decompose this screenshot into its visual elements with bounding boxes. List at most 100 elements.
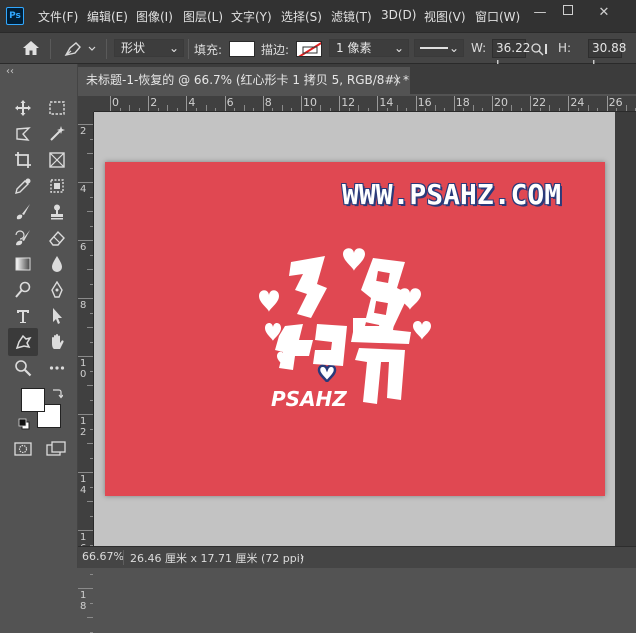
ruler-tick	[90, 312, 93, 314]
pen-tool-icon[interactable]	[45, 278, 69, 302]
ruler-tick	[78, 530, 93, 531]
collapse-panel-icon[interactable]: ‹‹	[6, 66, 14, 77]
ruler-minor-tick	[291, 108, 293, 111]
shape-mode-select[interactable]: 形状 ⌄	[114, 39, 184, 57]
minimize-icon[interactable]: —	[526, 2, 554, 24]
ruler-minor-tick	[320, 105, 322, 111]
brush-tool-icon[interactable]	[11, 200, 35, 224]
path-selection-tool-icon[interactable]	[45, 304, 69, 328]
tab-close-icon[interactable]: ×	[392, 67, 402, 93]
ruler-minor-tick	[616, 108, 618, 111]
line-style-icon	[420, 47, 448, 49]
ruler-minor-tick	[482, 108, 484, 111]
zoom-level[interactable]: 66.67%	[82, 550, 124, 563]
width-input[interactable]: 36.22 I	[492, 39, 530, 72]
logo-text: PSAHZ	[271, 387, 347, 410]
ruler-tick	[90, 370, 93, 372]
menu-edit[interactable]: 编辑(E)	[87, 8, 128, 25]
stroke-swatch-none[interactable]	[296, 41, 322, 57]
menu-file[interactable]: 文件(F)	[38, 8, 78, 25]
history-brush-tool-icon[interactable]	[11, 226, 35, 250]
type-tool-icon[interactable]	[11, 304, 35, 328]
screen-mode-icon[interactable]	[46, 440, 66, 461]
eyedropper-tool-icon[interactable]	[11, 174, 35, 198]
fill-label: 填充:	[194, 43, 223, 57]
ruler-tick	[262, 96, 264, 111]
magic-wand-tool-icon[interactable]	[45, 122, 69, 146]
ruler-minor-tick	[396, 105, 398, 111]
menu-layer[interactable]: 图层(L)	[183, 8, 223, 25]
menu-3d[interactable]: 3D(D)	[381, 8, 416, 22]
height-input[interactable]: 30.88 I	[588, 39, 626, 72]
frame-tool-icon[interactable]	[45, 148, 69, 172]
close-icon[interactable]: ✕	[590, 2, 618, 24]
link-dimensions-icon[interactable]	[530, 42, 548, 59]
vertical-scrollbar[interactable]	[615, 112, 636, 546]
fill-swatch[interactable]	[229, 41, 255, 57]
ruler-tick	[568, 96, 570, 111]
menu-type[interactable]: 文字(Y)	[231, 8, 272, 25]
ruler-minor-tick	[205, 105, 207, 111]
swap-colors-icon[interactable]	[51, 387, 64, 402]
menu-filter[interactable]: 滤镜(T)	[331, 8, 372, 25]
ruler-minor-tick	[472, 105, 474, 111]
ruler-tick	[90, 457, 93, 459]
hand-tool-icon[interactable]	[45, 330, 69, 354]
dodge-tool-icon[interactable]	[11, 278, 35, 302]
status-menu-arrow-icon[interactable]: ›	[300, 550, 304, 563]
ruler-tick	[224, 96, 226, 111]
ruler-tick	[90, 486, 93, 488]
ruler-tick	[453, 96, 455, 111]
chevron-down-icon: ⌄	[393, 41, 404, 55]
ruler-label: 4	[188, 96, 196, 109]
document-tab-title: 未标题-1-恢复的 @ 66.7% (红心形卡 1 拷贝 5, RGB/8#) …	[86, 73, 409, 87]
document-size-info: 26.46 厘米 x 17.71 厘米 (72 ppi)	[130, 552, 305, 565]
ruler-label: 6	[80, 242, 87, 253]
ruler-minor-tick	[157, 108, 159, 111]
pen-tool-preset-icon[interactable]	[62, 39, 96, 62]
default-colors-icon[interactable]	[18, 418, 30, 433]
menu-image[interactable]: 图像(I)	[136, 8, 173, 25]
ruler-tick	[377, 96, 379, 111]
menu-view[interactable]: 视图(V)	[424, 8, 466, 25]
gradient-tool-icon[interactable]	[11, 252, 35, 276]
menu-select[interactable]: 选择(S)	[281, 8, 322, 25]
ruler-tick	[415, 96, 417, 111]
object-selection-tool-icon[interactable]	[45, 174, 69, 198]
maximize-icon[interactable]	[554, 2, 582, 24]
ruler-minor-tick	[358, 105, 360, 111]
lasso-tool-icon[interactable]	[11, 122, 35, 146]
marquee-tool-icon[interactable]	[45, 96, 69, 120]
ruler-minor-tick	[215, 108, 217, 111]
eraser-tool-icon[interactable]	[45, 226, 69, 250]
move-tool-icon[interactable]	[11, 96, 35, 120]
ruler-minor-tick	[367, 108, 369, 111]
custom-shape-tool-icon[interactable]	[11, 330, 35, 354]
stamp-tool-icon[interactable]	[45, 200, 69, 224]
ruler-minor-tick	[310, 108, 312, 111]
chevron-down-icon: ⌄	[168, 41, 179, 55]
ruler-tick	[90, 283, 93, 285]
ruler-minor-tick	[406, 108, 408, 111]
document-tab[interactable]: 未标题-1-恢复的 @ 66.7% (红心形卡 1 拷贝 5, RGB/8#) …	[78, 67, 410, 94]
blur-tool-icon[interactable]	[45, 252, 69, 276]
quick-mask-icon[interactable]	[13, 440, 33, 461]
menu-window[interactable]: 窗口(W)	[475, 8, 520, 25]
more-tools-icon[interactable]	[45, 356, 69, 380]
ruler-minor-tick	[167, 105, 169, 111]
ruler-tick	[78, 472, 93, 473]
zoom-tool-icon[interactable]	[11, 356, 35, 380]
ruler-tick	[530, 96, 532, 111]
height-label: H:	[558, 41, 572, 55]
ruler-label: 6	[226, 96, 234, 109]
ruler-tick	[606, 96, 608, 111]
stroke-width-value: 1 像素	[336, 41, 372, 55]
foreground-color-swatch[interactable]	[21, 388, 45, 412]
stroke-type-select[interactable]: ⌄	[414, 39, 464, 57]
ruler-minor-tick	[329, 108, 331, 111]
crop-tool-icon[interactable]	[11, 148, 35, 172]
chevron-down-icon: ⌄	[448, 41, 459, 55]
home-icon[interactable]	[22, 40, 40, 59]
ruler-tick	[110, 96, 111, 111]
stroke-width-select[interactable]: 1 像素 ⌄	[329, 39, 409, 57]
